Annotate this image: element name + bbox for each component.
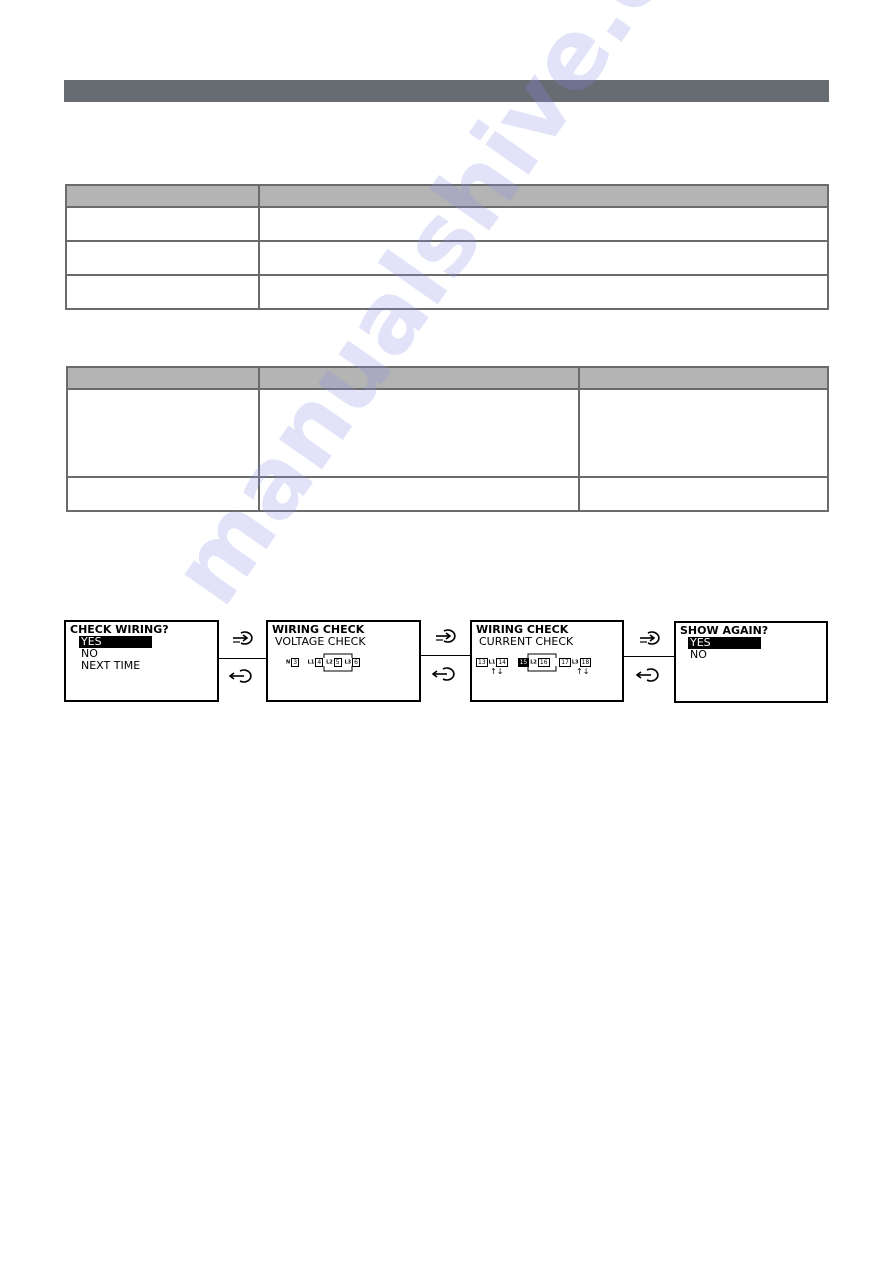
header-cell <box>258 366 580 390</box>
table-header-row <box>65 184 829 208</box>
terminal-l3: L3 6 <box>344 658 360 667</box>
table-header-row <box>66 366 829 390</box>
table-cell <box>258 240 829 276</box>
screen-subtitle: CURRENT CHECK <box>479 635 574 648</box>
return-arrow-icon <box>635 668 659 682</box>
connector-line <box>624 656 674 657</box>
table-cell <box>258 274 829 310</box>
header-cell <box>65 184 260 208</box>
lcd-screen-check-wiring: CHECK WIRING? YES NO NEXT TIME <box>64 620 219 702</box>
table-cell <box>66 476 260 512</box>
table-cell <box>65 240 260 276</box>
table-row <box>65 240 829 276</box>
return-arrow-icon <box>431 667 455 681</box>
table-cell <box>578 388 829 478</box>
enter-arrow-icon <box>436 629 456 643</box>
up-down-arrows-icon: ↑↓ <box>490 667 504 676</box>
screen-subtitle: VOLTAGE CHECK <box>275 635 366 648</box>
connector-line <box>421 655 470 656</box>
table-row <box>65 274 829 310</box>
header-cell <box>66 366 260 390</box>
table-2 <box>66 366 829 512</box>
table-row <box>66 388 829 478</box>
table-cell <box>578 476 829 512</box>
up-down-arrows-icon: ↑↓ <box>576 667 590 676</box>
table-cell <box>66 388 260 478</box>
table-1 <box>65 184 829 310</box>
terminal-group-l1: 13 L1 14 <box>476 658 508 667</box>
table-cell <box>258 388 580 478</box>
current-terminals: 13 L1 14 15 L2 16 17 L3 18 <box>475 658 592 667</box>
table-row <box>66 476 829 512</box>
enter-arrow-icon <box>640 631 660 645</box>
voltage-terminals: N3 L1 4 L2 5 L3 6 <box>286 658 361 667</box>
terminal-group-l2: 15 L2 16 <box>517 658 550 667</box>
header-cell <box>258 184 829 208</box>
section-header-bar <box>64 80 829 102</box>
return-arrow-icon <box>228 669 252 683</box>
lcd-screen-current-check: WIRING CHECK CURRENT CHECK 13 L1 14 15 L2 16… <box>470 620 624 702</box>
terminal-l1: L1 4 <box>307 658 324 667</box>
enter-arrow-icon <box>233 631 253 645</box>
table-cell <box>258 206 829 242</box>
lcd-screen-voltage-check: WIRING CHECK VOLTAGE CHECK N3 L1 4 L2 5 L3… <box>266 620 421 702</box>
terminal-n: N3 <box>286 658 300 667</box>
terminal-l2: L2 5 <box>326 658 342 667</box>
table-cell <box>65 274 260 310</box>
option-no[interactable]: NO <box>690 649 707 661</box>
connector-line <box>219 658 266 659</box>
table-row <box>65 206 829 242</box>
table-cell <box>258 476 580 512</box>
header-cell <box>578 366 829 390</box>
option-next-time[interactable]: NEXT TIME <box>81 660 140 672</box>
lcd-screen-show-again: SHOW AGAIN? YES NO <box>674 621 828 703</box>
table-cell <box>65 206 260 242</box>
terminal-group-l3: 17 L3 18 <box>559 658 592 667</box>
